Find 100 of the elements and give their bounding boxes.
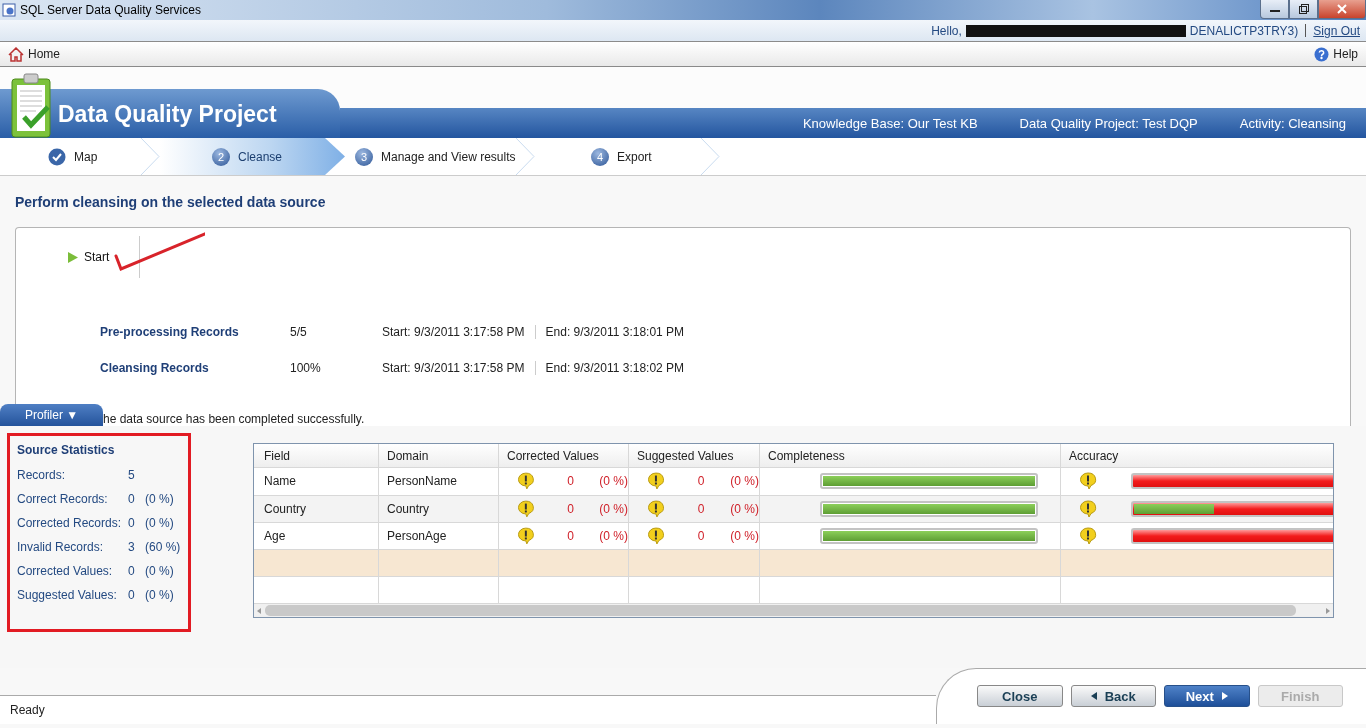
step-name: Pre-processing Records bbox=[100, 325, 240, 339]
account-text: DENALICTP3TRY3) bbox=[1189, 23, 1299, 38]
warning-icon bbox=[517, 472, 535, 491]
table-cell: PersonName bbox=[379, 468, 499, 495]
stat-value: 3 bbox=[128, 540, 136, 554]
status-text: Ready bbox=[9, 702, 45, 719]
step-name: Cleansing Records bbox=[100, 361, 210, 375]
stat-percent: (60 %) bbox=[145, 540, 181, 554]
dialog-button[interactable]: Close bbox=[977, 685, 1063, 707]
warning-icon bbox=[1079, 526, 1097, 545]
status-message: he data source has been completed successfully. bbox=[103, 412, 365, 426]
warning-icon bbox=[647, 499, 665, 518]
stat-label: Correct Records: bbox=[17, 492, 109, 506]
stat-percent: (0 %) bbox=[145, 564, 174, 578]
step-tab[interactable]: Map bbox=[0, 138, 160, 175]
stat-value: 0 bbox=[128, 588, 136, 602]
banner-title: Data Quality Project bbox=[58, 101, 277, 128]
close-button[interactable] bbox=[1318, 0, 1366, 19]
chevron-icon bbox=[700, 138, 720, 175]
count-value: 0 bbox=[566, 501, 574, 516]
percent-value: (0 %) bbox=[598, 528, 628, 543]
help-icon bbox=[1314, 46, 1330, 62]
column-header[interactable]: Completeness bbox=[760, 444, 1061, 468]
end-time: End: 9/3/2011 3:18:01 PM bbox=[545, 325, 685, 339]
home-link[interactable]: Home bbox=[8, 46, 60, 62]
count-value: 0 bbox=[696, 528, 705, 543]
step-tab[interactable]: 3 Manage and View results bbox=[345, 138, 535, 175]
column-header[interactable]: Field bbox=[256, 444, 379, 468]
column-header[interactable]: Domain bbox=[379, 444, 499, 468]
table-cell: Age bbox=[256, 522, 379, 549]
sign-out-link[interactable]: Sign Out bbox=[1313, 23, 1360, 38]
percent-value: (0 %) bbox=[598, 501, 628, 516]
play-icon bbox=[68, 251, 78, 263]
statistics-title: Source Statistics bbox=[17, 443, 116, 457]
project-info: Knowledge Base: Our Test KB bbox=[802, 115, 978, 131]
table-cell: PersonAge bbox=[379, 522, 499, 549]
percent-value: (0 %) bbox=[598, 474, 628, 489]
start-button[interactable]: Start bbox=[68, 250, 110, 264]
stat-percent: (0 %) bbox=[145, 588, 174, 602]
right-arrow-icon bbox=[1221, 692, 1228, 700]
column-header[interactable]: Corrected Values bbox=[499, 444, 629, 468]
restore-icon bbox=[1298, 4, 1309, 14]
step-number: 4 bbox=[591, 147, 609, 166]
count-value: 0 bbox=[696, 474, 705, 489]
home-icon bbox=[8, 46, 24, 62]
table-cell: Country bbox=[256, 495, 379, 522]
stat-value: 5 bbox=[128, 468, 136, 482]
warning-icon bbox=[1079, 499, 1097, 518]
scroll-left-icon bbox=[257, 607, 261, 614]
warning-icon bbox=[517, 499, 535, 518]
stat-label: Records: bbox=[17, 468, 67, 482]
next-button[interactable]: Next bbox=[1164, 685, 1250, 707]
record-count: 100% bbox=[290, 361, 322, 375]
table-cell: Name bbox=[256, 468, 379, 495]
percent-value: (0 %) bbox=[729, 528, 759, 543]
percent-value: (0 %) bbox=[729, 474, 759, 489]
percent-value: (0 %) bbox=[729, 501, 759, 516]
help-link[interactable]: Help bbox=[1314, 46, 1358, 62]
table-cell: Country bbox=[379, 495, 499, 522]
stat-percent: (0 %) bbox=[145, 516, 174, 530]
start-time: Start: 9/3/2011 3:17:58 PM bbox=[382, 361, 525, 375]
stat-label: Suggested Values: bbox=[17, 588, 118, 602]
step-number: 3 bbox=[355, 147, 373, 166]
column-header[interactable]: Suggested Values bbox=[629, 444, 760, 468]
minimize-button[interactable] bbox=[1260, 0, 1289, 19]
back-button[interactable]: Back bbox=[1070, 685, 1156, 707]
project-info: Activity: Cleansing bbox=[1239, 115, 1346, 131]
count-value: 0 bbox=[566, 474, 574, 489]
start-time: Start: 9/3/2011 3:17:58 PM bbox=[382, 325, 525, 339]
stat-value: 0 bbox=[128, 564, 136, 578]
project-info: Data Quality Project: Test DQP bbox=[1019, 115, 1198, 131]
app-icon bbox=[2, 3, 16, 17]
warning-icon bbox=[1079, 472, 1097, 491]
count-value: 0 bbox=[696, 501, 705, 516]
close-icon bbox=[1337, 4, 1347, 14]
horizontal-scrollbar[interactable] bbox=[254, 604, 1333, 617]
record-count: 5/5 bbox=[290, 325, 308, 339]
chevron-icon bbox=[515, 138, 535, 175]
warning-icon bbox=[517, 526, 535, 545]
step-tab[interactable]: 4 Export bbox=[535, 138, 720, 175]
step-number: 2 bbox=[212, 147, 230, 166]
window-title: SQL Server Data Quality Services bbox=[20, 3, 201, 17]
warning-icon bbox=[647, 472, 665, 491]
count-value: 0 bbox=[566, 528, 574, 543]
stat-percent: (0 %) bbox=[145, 492, 174, 506]
page-heading: Perform cleansing on the selected data source bbox=[15, 193, 327, 212]
profiler-tab[interactable]: Profiler ▼ bbox=[0, 404, 103, 426]
maximize-button[interactable] bbox=[1289, 0, 1318, 19]
left-arrow-icon bbox=[1090, 692, 1097, 700]
warning-icon bbox=[647, 526, 665, 545]
stat-label: Invalid Records: bbox=[17, 540, 105, 554]
stat-value: 0 bbox=[128, 516, 136, 530]
stat-value: 0 bbox=[128, 492, 136, 506]
stat-label: Corrected Values: bbox=[17, 564, 114, 578]
greeting-text: Hello, bbox=[931, 23, 962, 38]
scroll-right-icon bbox=[1326, 607, 1330, 614]
column-header[interactable]: Accuracy bbox=[1061, 444, 1333, 468]
chevron-icon bbox=[140, 138, 160, 175]
end-time: End: 9/3/2011 3:18:02 PM bbox=[545, 361, 685, 375]
stat-label: Corrected Records: bbox=[17, 516, 123, 530]
